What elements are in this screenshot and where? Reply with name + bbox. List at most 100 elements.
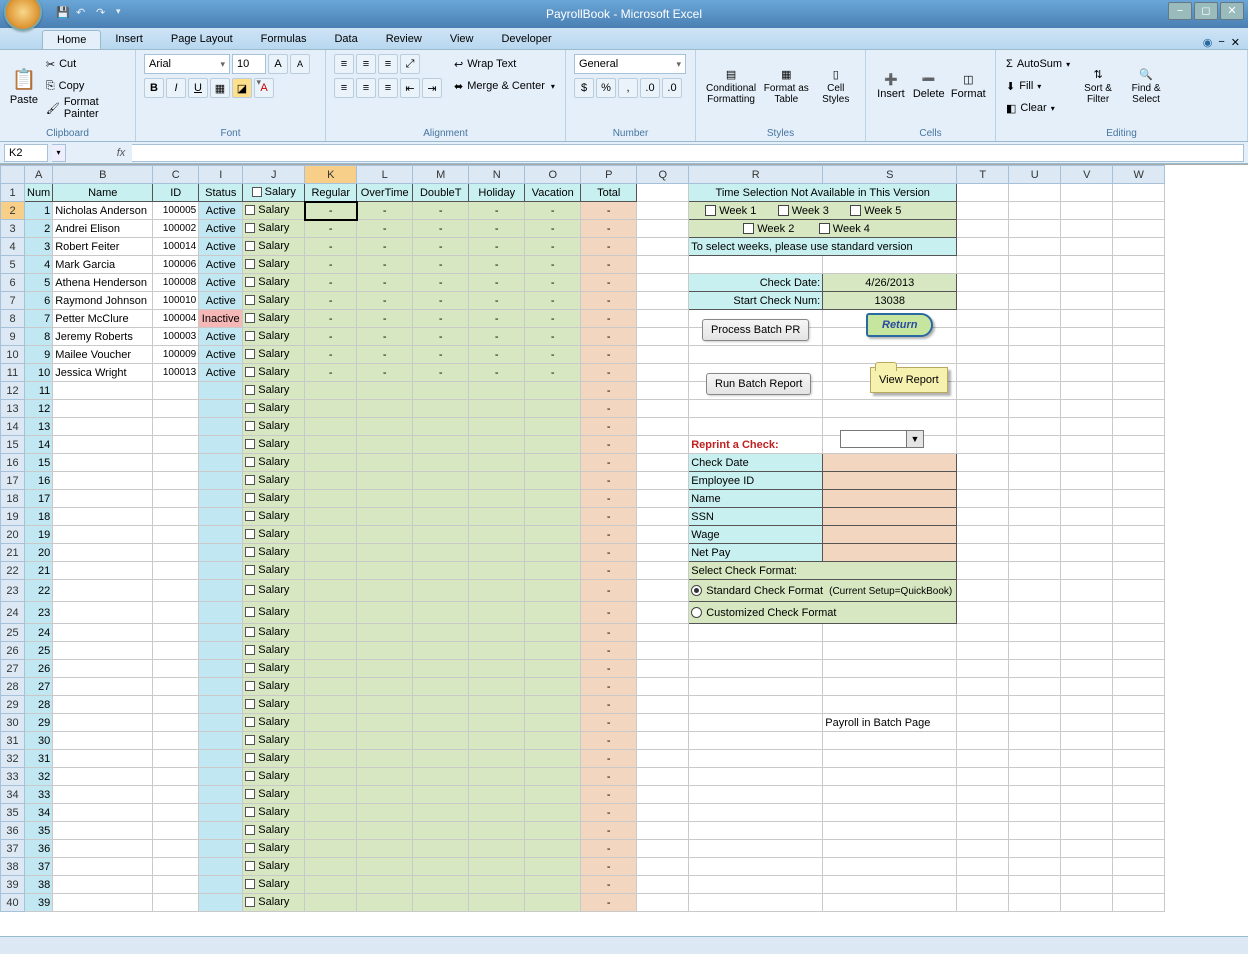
cell-C29[interactable] (153, 696, 199, 714)
row-header[interactable]: 40 (1, 894, 25, 912)
cell-C15[interactable] (153, 436, 199, 454)
cell-B18[interactable] (53, 490, 153, 508)
cell-I13[interactable] (199, 400, 243, 418)
cell-O33[interactable] (525, 768, 581, 786)
cell-Q17[interactable] (637, 472, 689, 490)
cell-I2[interactable]: Active (199, 202, 243, 220)
row-header[interactable]: 25 (1, 624, 25, 642)
cell-M2[interactable]: - (413, 202, 469, 220)
cell-C3[interactable]: 100002 (153, 220, 199, 238)
cell-B20[interactable] (53, 526, 153, 544)
cell-K30[interactable] (305, 714, 357, 732)
cell-L40[interactable] (357, 894, 413, 912)
cell-V35[interactable] (1061, 804, 1113, 822)
cell-W5[interactable] (1113, 256, 1165, 274)
cell-S26[interactable] (823, 642, 957, 660)
col-header-C[interactable]: C (153, 166, 199, 184)
cell-N14[interactable] (469, 418, 525, 436)
cell-A30[interactable]: 29 (25, 714, 53, 732)
cell-P33[interactable]: - (581, 768, 637, 786)
cell-L10[interactable]: - (357, 346, 413, 364)
salary-checkbox[interactable] (245, 681, 255, 691)
cell-U33[interactable] (1009, 768, 1061, 786)
cell-T12[interactable] (957, 382, 1009, 400)
row-header[interactable]: 21 (1, 544, 25, 562)
cell-B10[interactable]: Mailee Voucher (53, 346, 153, 364)
row-header[interactable]: 10 (1, 346, 25, 364)
cell-Q11[interactable] (637, 364, 689, 382)
cell-A6[interactable]: 5 (25, 274, 53, 292)
cell-V6[interactable] (1061, 274, 1113, 292)
cell-O19[interactable] (525, 508, 581, 526)
worksheet[interactable]: ABCIJKLMNOPQRSTUVW 1NumNameIDStatusSalar… (0, 164, 1248, 954)
cell-I12[interactable] (199, 382, 243, 400)
cell-L7[interactable]: - (357, 292, 413, 310)
cell-O37[interactable] (525, 840, 581, 858)
cell-P21[interactable]: - (581, 544, 637, 562)
cell-V36[interactable] (1061, 822, 1113, 840)
cell-O9[interactable]: - (525, 328, 581, 346)
cell-Q30[interactable] (637, 714, 689, 732)
cell-N24[interactable] (469, 602, 525, 624)
cell-S20[interactable] (823, 526, 957, 544)
cell-O17[interactable] (525, 472, 581, 490)
cell-J11[interactable]: Salary (243, 364, 305, 382)
cell-O28[interactable] (525, 678, 581, 696)
cell-K11[interactable]: - (305, 364, 357, 382)
cell-N8[interactable]: - (469, 310, 525, 328)
row-header[interactable]: 15 (1, 436, 25, 454)
cell-P24[interactable]: - (581, 602, 637, 624)
cell-Q37[interactable] (637, 840, 689, 858)
cell-L15[interactable] (357, 436, 413, 454)
cell-L33[interactable] (357, 768, 413, 786)
salary-checkbox[interactable] (245, 753, 255, 763)
salary-checkbox[interactable] (245, 879, 255, 889)
cell-T10[interactable] (957, 346, 1009, 364)
cell-T28[interactable] (957, 678, 1009, 696)
cell-L21[interactable] (357, 544, 413, 562)
cell-A1[interactable]: Num (25, 184, 53, 202)
cell-R6[interactable]: Check Date: (689, 274, 823, 292)
cell-O31[interactable] (525, 732, 581, 750)
cut-button[interactable]: ✂Cut (44, 54, 127, 74)
cell-R16[interactable]: Check Date (689, 454, 823, 472)
cell-M20[interactable] (413, 526, 469, 544)
cell-J5[interactable]: Salary (243, 256, 305, 274)
salary-checkbox[interactable] (245, 529, 255, 539)
cell-W8[interactable] (1113, 310, 1165, 328)
cell-M13[interactable] (413, 400, 469, 418)
cell-N25[interactable] (469, 624, 525, 642)
cell-S32[interactable] (823, 750, 957, 768)
salary-checkbox[interactable] (245, 403, 255, 413)
cell-T3[interactable] (957, 220, 1009, 238)
cell-B4[interactable]: Robert Feiter (53, 238, 153, 256)
cell-K22[interactable] (305, 562, 357, 580)
col-header-R[interactable]: R (689, 166, 823, 184)
row-header[interactable]: 4 (1, 238, 25, 256)
cell-A4[interactable]: 3 (25, 238, 53, 256)
cell-Q34[interactable] (637, 786, 689, 804)
autosum-button[interactable]: ΣAutoSum▾ (1004, 54, 1072, 74)
cell-J13[interactable]: Salary (243, 400, 305, 418)
cell-M37[interactable] (413, 840, 469, 858)
cell-J17[interactable]: Salary (243, 472, 305, 490)
format-as-table-button[interactable]: ▦Format as Table (762, 54, 810, 118)
cell-V29[interactable] (1061, 696, 1113, 714)
cell-J40[interactable]: Salary (243, 894, 305, 912)
cell-S25[interactable] (823, 624, 957, 642)
cell-S28[interactable] (823, 678, 957, 696)
cell-Q6[interactable] (637, 274, 689, 292)
tab-review[interactable]: Review (372, 30, 436, 49)
cell-Q5[interactable] (637, 256, 689, 274)
cell-I11[interactable]: Active (199, 364, 243, 382)
cell-R39[interactable] (689, 876, 823, 894)
cell-T33[interactable] (957, 768, 1009, 786)
cell-C30[interactable] (153, 714, 199, 732)
fx-icon[interactable]: fx (114, 147, 128, 159)
row-header[interactable]: 22 (1, 562, 25, 580)
cell-L12[interactable] (357, 382, 413, 400)
cell-P13[interactable]: - (581, 400, 637, 418)
cell-U31[interactable] (1009, 732, 1061, 750)
row-header[interactable]: 26 (1, 642, 25, 660)
cell-W15[interactable] (1113, 436, 1165, 454)
